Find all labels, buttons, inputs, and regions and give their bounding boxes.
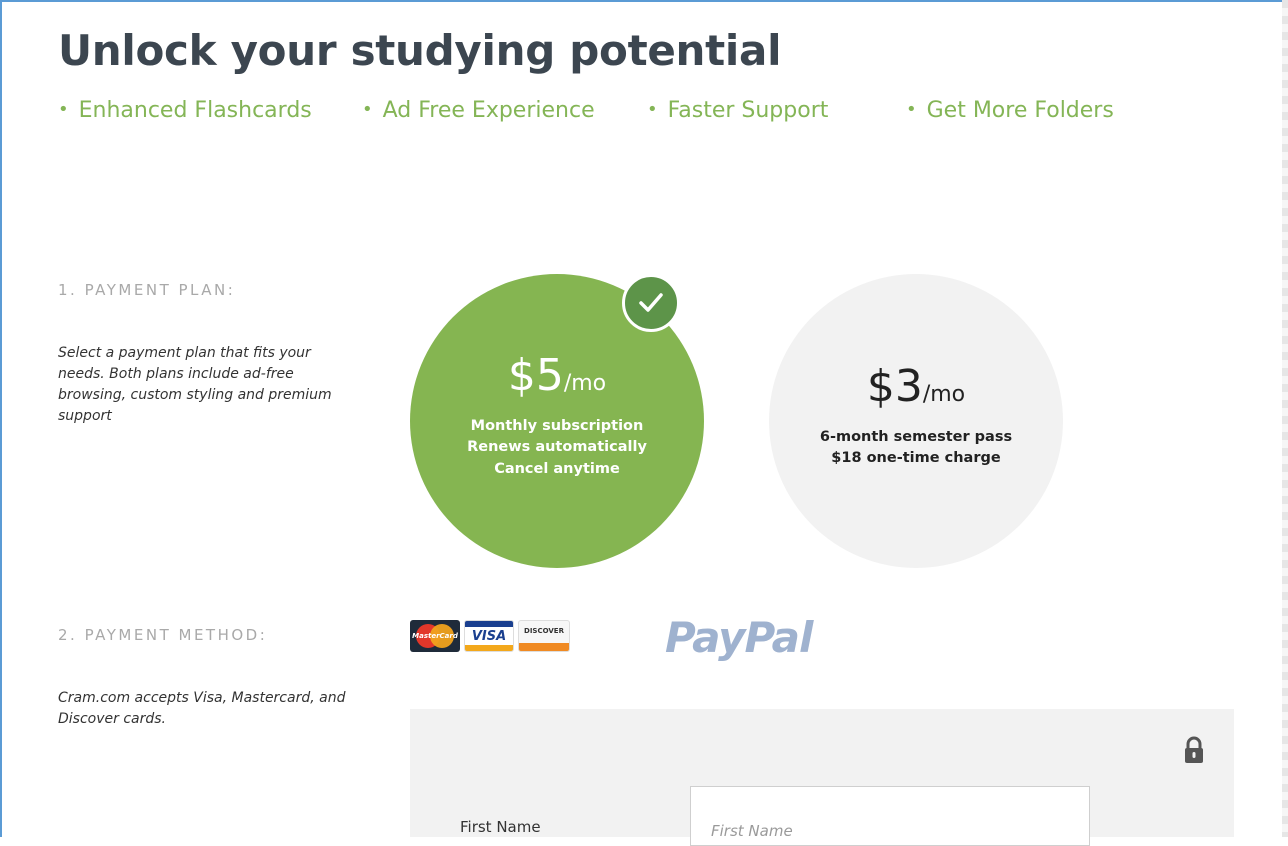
page-title: Unlock your studying potential xyxy=(58,26,782,75)
visa-logo: VISA xyxy=(464,620,514,652)
plan-price-period: /mo xyxy=(563,370,607,396)
plan-details: 6-month semester pass $18 one-time charg… xyxy=(820,427,1012,470)
plan-detail-line: 6-month semester pass xyxy=(819,428,1013,445)
feature-item: • Enhanced Flashcards xyxy=(58,98,312,123)
lock-icon xyxy=(1185,736,1203,763)
feature-label: Ad Free Experience xyxy=(382,98,595,123)
plan-detail-line: $18 one-time charge xyxy=(831,450,1001,466)
plan-detail-line: Monthly subscription xyxy=(470,417,644,434)
plan-price-amount: $3 xyxy=(866,360,923,412)
selected-check-badge xyxy=(622,274,680,332)
mastercard-logo: MasterCard xyxy=(410,620,460,652)
discover-logo: DISCOVER xyxy=(518,620,570,652)
payment-plan-heading: 1. PAYMENT PLAN: xyxy=(58,281,236,299)
plan-detail-line: Renews automatically xyxy=(467,439,647,456)
check-icon xyxy=(639,293,663,312)
feature-list: • Enhanced Flashcards • Ad Free Experience… xyxy=(0,98,1288,130)
plan-price: $3/mo xyxy=(867,364,966,409)
feature-label: Faster Support xyxy=(667,98,829,123)
payment-method-heading: 2. PAYMENT METHOD: xyxy=(58,626,268,644)
plan-details: Monthly subscription Renews automaticall… xyxy=(467,416,647,481)
plan-price-amount: $5 xyxy=(507,349,564,401)
plan-detail-line: Cancel anytime xyxy=(494,460,620,477)
discover-text: DISCOVER xyxy=(524,627,564,635)
plan-price: $5/mo xyxy=(508,353,607,398)
feature-label: Enhanced Flashcards xyxy=(78,98,312,123)
plan-semester-option[interactable]: $3/mo 6-month semester pass $18 one-time… xyxy=(769,274,1063,568)
plan-price-period: /mo xyxy=(922,381,966,407)
visa-text: VISA xyxy=(471,628,507,644)
first-name-field[interactable] xyxy=(690,786,1090,846)
feature-label: Get More Folders xyxy=(926,98,1114,123)
feature-item: • Faster Support xyxy=(647,98,829,123)
feature-item: • Ad Free Experience xyxy=(362,98,595,123)
payment-method-description: Cram.com accepts Visa, Mastercard, and D… xyxy=(58,690,346,727)
feature-item: • Get More Folders xyxy=(906,98,1114,123)
first-name-label: First Name xyxy=(460,818,541,836)
paypal-option[interactable]: PayPal xyxy=(665,613,813,662)
mastercard-text: MasterCard xyxy=(412,632,458,640)
payment-plan-description: Select a payment plan that fits your nee… xyxy=(58,345,332,424)
